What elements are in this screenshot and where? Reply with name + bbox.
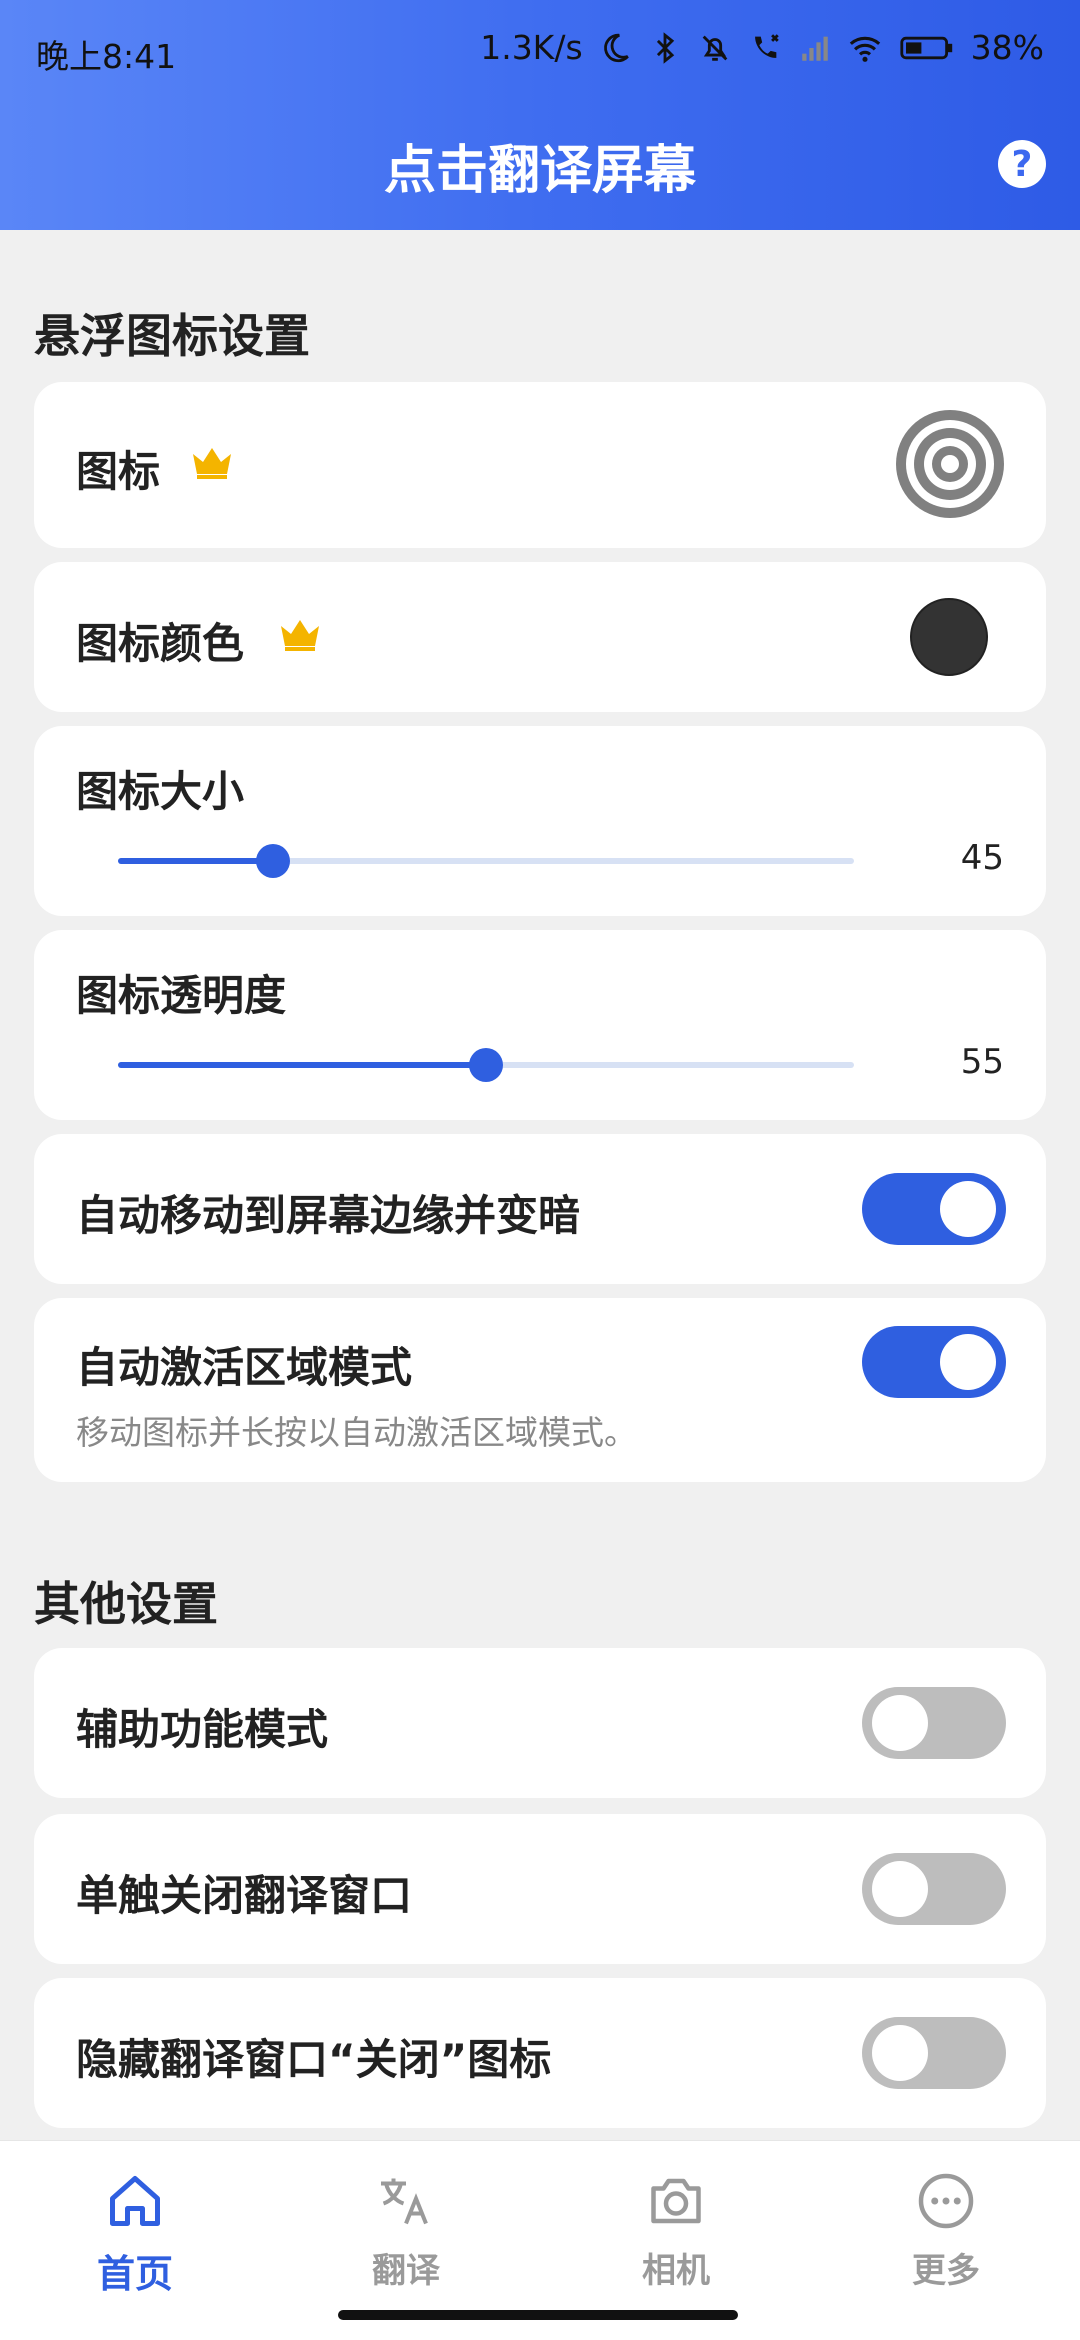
toggle-knob xyxy=(940,1334,996,1390)
auto-move-label: 自动移动到屏幕边缘并变暗 xyxy=(76,1191,581,1240)
auto-move-toggle[interactable] xyxy=(862,1173,1006,1245)
bell-off-icon xyxy=(697,30,733,66)
net-speed: 1.3K/s xyxy=(480,28,583,67)
icon-setting-label: 图标 xyxy=(76,447,161,496)
nav-home-label: 首页 xyxy=(96,2252,173,2296)
accessibility-label: 辅助功能模式 xyxy=(76,1705,329,1754)
battery-level: 38% xyxy=(970,28,1044,67)
home-icon xyxy=(110,2176,160,2226)
auto-move-row[interactable]: 自动移动到屏幕边缘并变暗 xyxy=(34,1134,1046,1284)
slider-thumb[interactable] xyxy=(469,1048,503,1082)
icon-color-row[interactable]: 图标颜色 xyxy=(34,562,1046,712)
moon-icon xyxy=(597,30,633,66)
hide-close-icon-label: 隐藏翻译窗口“关闭”图标 xyxy=(76,2035,552,2084)
crown-icon xyxy=(278,616,322,652)
auto-activate-description: 移动图标并长按以自动激活区域模式。 xyxy=(76,1413,637,1452)
nav-more[interactable]: 更多 xyxy=(856,2171,1036,2292)
icon-setting-row[interactable]: 图标 xyxy=(34,382,1046,548)
more-icon xyxy=(918,2173,974,2229)
bluetooth-icon xyxy=(647,30,683,66)
nav-camera[interactable]: 相机 xyxy=(586,2171,766,2292)
icon-size-label: 图标大小 xyxy=(76,767,245,816)
auto-activate-label: 自动激活区域模式 xyxy=(76,1343,413,1392)
icon-color-swatch[interactable] xyxy=(910,598,988,676)
single-touch-close-toggle[interactable] xyxy=(862,1853,1006,1925)
icon-color-label: 图标颜色 xyxy=(76,619,245,668)
nav-translate-label: 翻译 xyxy=(372,2251,440,2291)
auto-activate-toggle[interactable] xyxy=(862,1326,1006,1398)
status-icons: 1.3K/s 38% xyxy=(480,28,1044,67)
toggle-knob xyxy=(940,1181,996,1237)
accessibility-toggle[interactable] xyxy=(862,1687,1006,1759)
icon-opacity-value: 55 xyxy=(960,1042,1004,1082)
icon-opacity-slider[interactable] xyxy=(118,1048,854,1082)
nav-more-label: 更多 xyxy=(912,2251,980,2291)
call-icon xyxy=(747,30,783,66)
slider-thumb[interactable] xyxy=(255,844,290,878)
icon-opacity-label: 图标透明度 xyxy=(76,971,287,1020)
hide-close-icon-row[interactable]: 隐藏翻译窗口“关闭”图标 xyxy=(34,1978,1046,2128)
slider-fill xyxy=(118,1062,486,1068)
icon-size-row: 图标大小 45 xyxy=(34,726,1046,916)
slider-fill xyxy=(118,858,273,864)
nav-camera-label: 相机 xyxy=(642,2251,710,2291)
icon-size-slider[interactable] xyxy=(118,844,854,878)
camera-icon xyxy=(651,2178,701,2224)
help-icon[interactable]: ? xyxy=(998,140,1046,188)
status-time: 晚上8:41 xyxy=(36,37,177,76)
translate-icon xyxy=(381,2178,428,2225)
home-indicator xyxy=(338,2310,738,2320)
target-icon[interactable] xyxy=(894,408,1006,520)
single-touch-close-label: 单触关闭翻译窗口 xyxy=(76,1871,413,1920)
nav-home[interactable]: 首页 xyxy=(45,2171,225,2298)
toggle-knob xyxy=(872,1861,928,1917)
section-floating-title: 悬浮图标设置 xyxy=(34,309,310,363)
hide-close-icon-toggle[interactable] xyxy=(862,2017,1006,2089)
section-other-title: 其他设置 xyxy=(34,1577,218,1631)
accessibility-row[interactable]: 辅助功能模式 xyxy=(34,1648,1046,1798)
icon-opacity-row: 图标透明度 55 xyxy=(34,930,1046,1120)
crown-icon xyxy=(190,444,234,480)
nav-translate[interactable]: 翻译 xyxy=(316,2171,496,2292)
toggle-knob xyxy=(872,2025,928,2081)
battery-icon xyxy=(897,30,957,66)
single-touch-close-row[interactable]: 单触关闭翻译窗口 xyxy=(34,1814,1046,1964)
wifi-icon xyxy=(847,30,883,66)
page-title: 点击翻译屏幕 xyxy=(383,141,696,201)
auto-activate-row[interactable]: 自动激活区域模式 移动图标并长按以自动激活区域模式。 xyxy=(34,1298,1046,1482)
signal-icon xyxy=(797,30,833,66)
icon-size-value: 45 xyxy=(960,838,1004,878)
toggle-knob xyxy=(872,1695,928,1751)
app-header: 晚上8:41 1.3K/s 38% 点击翻译屏幕 ? xyxy=(0,0,1080,230)
status-bar: 晚上8:41 1.3K/s 38% xyxy=(0,0,1080,100)
